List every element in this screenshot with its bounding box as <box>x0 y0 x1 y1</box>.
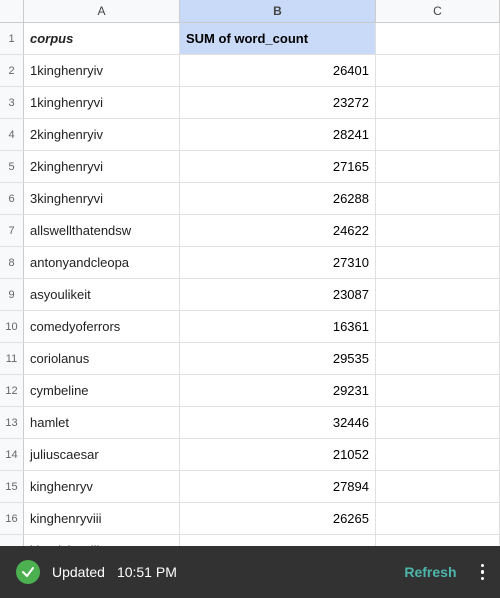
value-cell: 26288 <box>180 183 376 214</box>
empty-cell <box>376 279 500 310</box>
corpus-cell: allswellthatendsw <box>24 215 180 246</box>
column-headers: A B C <box>0 0 500 23</box>
empty-cell <box>376 375 500 406</box>
row-num-10: 10 <box>0 311 24 342</box>
corpus-cell: 2kinghenryvi <box>24 151 180 182</box>
table-body: 1 corpus SUM of word_count 2 1kinghenryi… <box>0 23 500 598</box>
row-num-15: 15 <box>0 471 24 502</box>
more-dot-1 <box>481 564 485 568</box>
value-cell: 29231 <box>180 375 376 406</box>
corpus-cell: asyoulikeit <box>24 279 180 310</box>
row-num-11: 11 <box>0 343 24 374</box>
corpus-cell: comedyoferrors <box>24 311 180 342</box>
empty-cell <box>376 343 500 374</box>
row-num-13: 13 <box>0 407 24 438</box>
table-row: 13 hamlet 32446 <box>0 407 500 439</box>
corpus-cell: hamlet <box>24 407 180 438</box>
table-row: 9 asyoulikeit 23087 <box>0 279 500 311</box>
sum-header-cell: SUM of word_count <box>180 23 376 54</box>
value-cell: 29535 <box>180 343 376 374</box>
table-row: 6 3kinghenryvi 26288 <box>0 183 500 215</box>
table-row: 16 kinghenryviii 26265 <box>0 503 500 535</box>
value-cell: 27310 <box>180 247 376 278</box>
empty-cell <box>376 55 500 86</box>
table-row: 5 2kinghenryvi 27165 <box>0 151 500 183</box>
row-num-1: 1 <box>0 23 24 54</box>
table-row: 8 antonyandcleopa 27310 <box>0 247 500 279</box>
row-num-2: 2 <box>0 55 24 86</box>
col-header-a: A <box>24 0 180 22</box>
table-row: 12 cymbeline 29231 <box>0 375 500 407</box>
value-cell: 32446 <box>180 407 376 438</box>
value-cell: 26401 <box>180 55 376 86</box>
value-cell: 24622 <box>180 215 376 246</box>
value-cell: 27894 <box>180 471 376 502</box>
refresh-button[interactable]: Refresh <box>404 564 456 580</box>
corpus-cell: 3kinghenryvi <box>24 183 180 214</box>
spreadsheet: A B C 1 corpus SUM of word_count 2 1king… <box>0 0 500 598</box>
pivot-header-row: 1 corpus SUM of word_count <box>0 23 500 55</box>
corpus-cell: kinghenryviii <box>24 503 180 534</box>
table-row: 14 juliuscaesar 21052 <box>0 439 500 471</box>
row-num-3: 3 <box>0 87 24 118</box>
corpus-cell: cymbeline <box>24 375 180 406</box>
empty-cell <box>376 183 500 214</box>
value-cell: 16361 <box>180 311 376 342</box>
value-cell: 23272 <box>180 87 376 118</box>
corpus-header-cell: corpus <box>24 23 180 54</box>
row-num-6: 6 <box>0 183 24 214</box>
table-row: 10 comedyoferrors 16361 <box>0 311 500 343</box>
table-row: 2 1kinghenryiv 26401 <box>0 55 500 87</box>
empty-cell <box>376 439 500 470</box>
empty-cell <box>376 407 500 438</box>
corpus-cell: coriolanus <box>24 343 180 374</box>
value-cell: 21052 <box>180 439 376 470</box>
toast-bar: Updated 10:51 PM Refresh <box>0 546 500 598</box>
more-options-button[interactable] <box>481 564 485 581</box>
corpus-cell: 1kinghenryiv <box>24 55 180 86</box>
col-header-c: C <box>376 0 500 22</box>
corpus-cell: antonyandcleopa <box>24 247 180 278</box>
empty-cell <box>376 503 500 534</box>
row-num-8: 8 <box>0 247 24 278</box>
corpus-cell: 1kinghenryvi <box>24 87 180 118</box>
table-row: 3 1kinghenryvi 23272 <box>0 87 500 119</box>
table-row: 7 allswellthatendsw 24622 <box>0 215 500 247</box>
empty-cell <box>376 311 500 342</box>
empty-cell <box>376 87 500 118</box>
row-num-16: 16 <box>0 503 24 534</box>
header-corner <box>0 0 24 22</box>
value-cell: 26265 <box>180 503 376 534</box>
row-num-12: 12 <box>0 375 24 406</box>
corpus-cell: juliuscaesar <box>24 439 180 470</box>
value-cell: 23087 <box>180 279 376 310</box>
toast-time: 10:51 PM <box>117 564 177 580</box>
row-num-9: 9 <box>0 279 24 310</box>
more-dot-3 <box>481 577 485 581</box>
empty-cell <box>376 471 500 502</box>
updated-check-icon <box>16 560 40 584</box>
empty-cell <box>376 151 500 182</box>
value-cell: 28241 <box>180 119 376 150</box>
table-row: 15 kinghenryv 27894 <box>0 471 500 503</box>
empty-cell <box>376 215 500 246</box>
table-row: 4 2kinghenryiv 28241 <box>0 119 500 151</box>
value-cell: 27165 <box>180 151 376 182</box>
toast-updated-label: Updated <box>52 564 105 580</box>
corpus-cell: 2kinghenryiv <box>24 119 180 150</box>
table-row: 11 coriolanus 29535 <box>0 343 500 375</box>
more-dot-2 <box>481 570 485 574</box>
col-header-b: B <box>180 0 376 22</box>
row-num-4: 4 <box>0 119 24 150</box>
data-rows: 2 1kinghenryiv 26401 3 1kinghenryvi 2327… <box>0 55 500 567</box>
row-num-14: 14 <box>0 439 24 470</box>
header-c-cell <box>376 23 500 54</box>
empty-cell <box>376 247 500 278</box>
row-num-7: 7 <box>0 215 24 246</box>
row-num-5: 5 <box>0 151 24 182</box>
empty-cell <box>376 119 500 150</box>
corpus-cell: kinghenryv <box>24 471 180 502</box>
